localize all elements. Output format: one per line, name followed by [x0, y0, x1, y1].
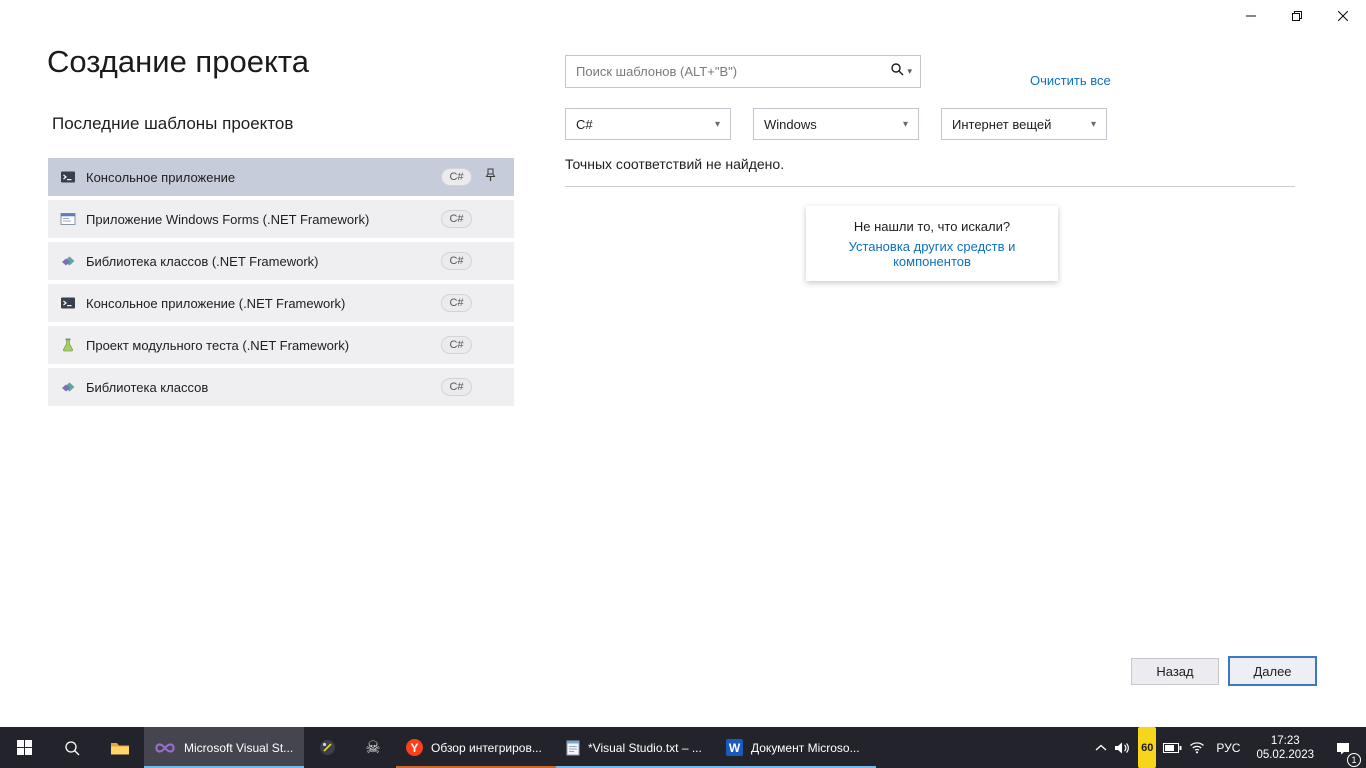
taskbar-app-label: Microsoft Visual St... — [184, 741, 293, 755]
visual-studio-icon — [154, 740, 176, 756]
language-filter-dropdown[interactable]: C# ▾ — [565, 108, 731, 140]
restore-button[interactable] — [1274, 0, 1320, 31]
template-name: Приложение Windows Forms (.NET Framework… — [86, 212, 441, 227]
start-button[interactable] — [0, 727, 48, 768]
console-app-icon — [60, 295, 76, 311]
volume-button[interactable] — [1114, 727, 1131, 768]
word-icon: W — [726, 739, 743, 756]
template-item-class-library[interactable]: Библиотека классов C# — [48, 368, 514, 406]
platform-filter-dropdown[interactable]: Windows ▾ — [753, 108, 919, 140]
yandex-browser-icon: Y — [406, 739, 423, 756]
notepad-icon — [566, 739, 580, 756]
action-center-icon — [1335, 740, 1351, 756]
notification-count-badge: 1 — [1347, 753, 1361, 767]
file-explorer-button[interactable] — [96, 727, 144, 768]
template-item-class-library-netfw[interactable]: Библиотека классов (.NET Framework) C# — [48, 242, 514, 280]
action-center-button[interactable]: 1 — [1326, 727, 1360, 768]
language-badge: C# — [441, 210, 472, 228]
taskbar-app-visual-studio[interactable]: Microsoft Visual St... — [144, 727, 304, 768]
template-search: ▾ — [565, 55, 921, 88]
tray-overflow-button[interactable] — [1095, 727, 1107, 768]
windows-logo-icon — [17, 740, 32, 755]
battery-percent-badge[interactable]: 60 — [1138, 727, 1156, 768]
language-filter-value: C# — [576, 117, 593, 132]
template-item-console-app[interactable]: Консольное приложение C# — [48, 158, 514, 196]
template-item-unit-test-netfw[interactable]: Проект модульного теста (.NET Framework)… — [48, 326, 514, 364]
taskbar-app-utility[interactable] — [304, 727, 350, 768]
template-item-winforms-app[interactable]: Приложение Windows Forms (.NET Framework… — [48, 200, 514, 238]
wifi-icon — [1189, 741, 1205, 754]
project-type-filter-dropdown[interactable]: Интернет вещей ▾ — [941, 108, 1107, 140]
window-controls — [1228, 0, 1366, 31]
taskbar-app-label: Обзор интегриров... — [431, 741, 542, 755]
tray-date: 05.02.2023 — [1256, 748, 1314, 762]
search-icon — [64, 740, 80, 756]
taskbar-app-label: *Visual Studio.txt – ... — [588, 741, 702, 755]
taskbar-clock[interactable]: 17:23 05.02.2023 — [1251, 734, 1319, 762]
taskbar-search-button[interactable] — [48, 727, 96, 768]
winforms-icon — [60, 211, 76, 227]
project-type-filter-value: Интернет вещей — [952, 117, 1051, 132]
search-icon[interactable] — [890, 62, 904, 81]
chevron-up-icon — [1095, 744, 1107, 752]
template-name: Проект модульного теста (.NET Framework) — [86, 338, 441, 353]
restore-icon — [1292, 11, 1302, 21]
skull-icon: ☠ — [365, 738, 380, 758]
close-icon — [1338, 11, 1348, 21]
console-app-icon — [60, 169, 76, 185]
not-found-card: Не нашли то, что искали? Установка други… — [806, 206, 1058, 281]
search-input[interactable] — [566, 64, 890, 79]
battery-icon — [1163, 743, 1182, 753]
template-name: Консольное приложение (.NET Framework) — [86, 296, 441, 311]
page-title: Создание проекта — [47, 44, 309, 80]
input-language-indicator[interactable]: РУС — [1212, 727, 1244, 768]
template-name: Консольное приложение — [86, 170, 441, 185]
taskbar-app-game[interactable]: ☠ — [350, 727, 396, 768]
unit-test-icon — [60, 337, 76, 353]
no-matches-message: Точных соответствий не найдено. — [565, 156, 784, 172]
minimize-icon — [1246, 11, 1256, 21]
create-project-dialog: Создание проекта Последние шаблоны проек… — [0, 0, 1366, 727]
utility-app-icon — [319, 739, 336, 756]
language-badge: C# — [441, 378, 472, 396]
language-badge: C# — [441, 252, 472, 270]
template-name: Библиотека классов (.NET Framework) — [86, 254, 441, 269]
class-library-icon — [60, 379, 76, 395]
taskbar-app-notepad[interactable]: *Visual Studio.txt – ... — [556, 727, 716, 768]
language-badge: C# — [441, 294, 472, 312]
chevron-down-icon: ▾ — [1091, 119, 1096, 130]
speaker-icon — [1114, 741, 1131, 755]
recent-templates-list: Консольное приложение C# Приложение Wind… — [48, 158, 514, 410]
language-badge: C# — [441, 168, 472, 186]
minimize-button[interactable] — [1228, 0, 1274, 31]
results-divider — [565, 186, 1295, 187]
template-name: Библиотека классов — [86, 380, 441, 395]
taskbar: Microsoft Visual St... ☠ Y Обзор интегри… — [0, 727, 1366, 768]
class-library-icon — [60, 253, 76, 269]
next-button[interactable]: Далее — [1228, 656, 1317, 686]
template-item-console-app-netfw[interactable]: Консольное приложение (.NET Framework) C… — [48, 284, 514, 322]
close-button[interactable] — [1320, 0, 1366, 31]
taskbar-app-yandex-browser[interactable]: Y Обзор интегриров... — [396, 727, 556, 768]
folder-icon — [110, 740, 130, 756]
taskbar-app-word[interactable]: W Документ Microso... — [716, 727, 876, 768]
back-button[interactable]: Назад — [1131, 658, 1219, 685]
pin-icon[interactable] — [485, 168, 496, 187]
chevron-down-icon: ▾ — [715, 119, 720, 130]
system-tray: 60 РУС 17:23 05.02.2023 1 — [1095, 727, 1366, 768]
network-button[interactable] — [1189, 727, 1205, 768]
chevron-down-icon: ▾ — [903, 119, 908, 130]
clear-all-link[interactable]: Очистить все — [1030, 73, 1111, 88]
taskbar-app-label: Документ Microso... — [751, 741, 860, 755]
language-badge: C# — [441, 336, 472, 354]
search-dropdown-caret-icon[interactable]: ▾ — [907, 66, 912, 77]
battery-button[interactable] — [1163, 727, 1182, 768]
not-found-title: Не нашли то, что искали? — [816, 219, 1048, 234]
platform-filter-value: Windows — [764, 117, 817, 132]
recent-templates-heading: Последние шаблоны проектов — [52, 114, 293, 134]
tray-time: 17:23 — [1256, 734, 1314, 748]
install-tools-link[interactable]: Установка других средств и компонентов — [816, 239, 1048, 269]
